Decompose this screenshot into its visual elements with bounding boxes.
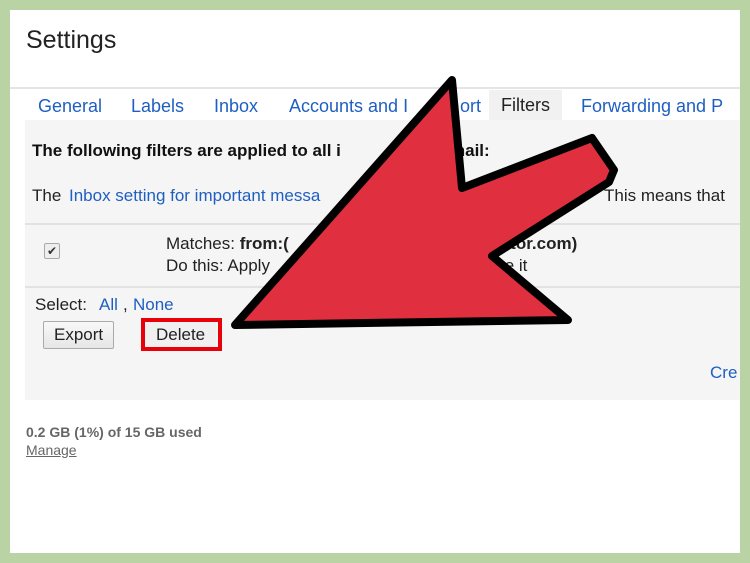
arrow-shape <box>231 76 618 329</box>
red-arrow-icon <box>231 76 618 329</box>
